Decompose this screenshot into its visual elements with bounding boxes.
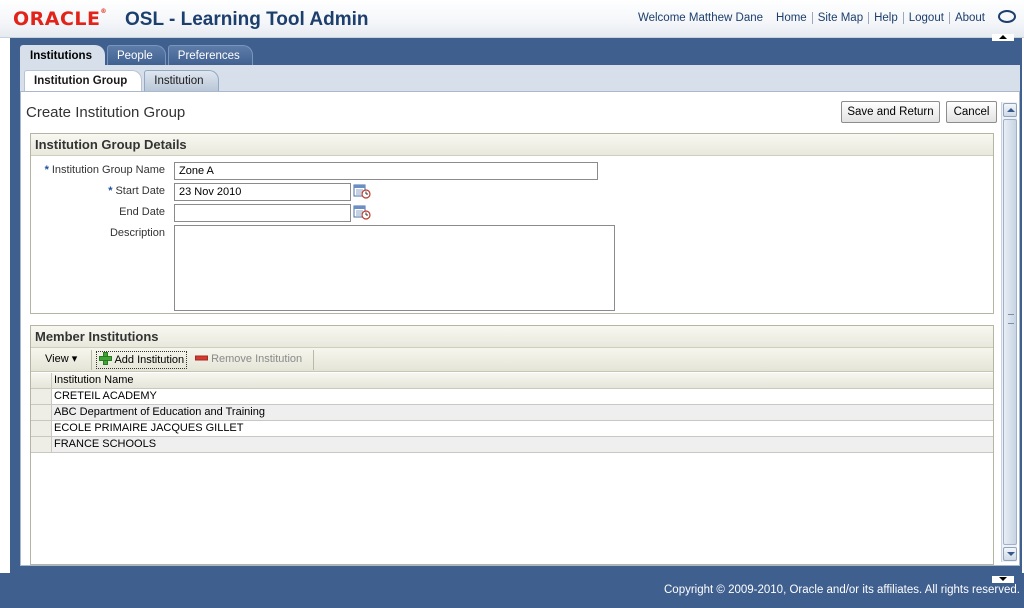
row-selector[interactable] — [31, 405, 52, 420]
start-date-label: * Start Date — [108, 185, 165, 197]
row-selector[interactable] — [31, 421, 52, 436]
required-icon: * — [108, 185, 113, 197]
toolbar-divider — [91, 350, 92, 370]
table-row[interactable]: ABC Department of Education and Training — [31, 405, 993, 421]
calendar-icon[interactable] — [353, 204, 371, 220]
member-institutions-section: Member Institutions View ▾ Add Instituti… — [30, 325, 994, 565]
home-link[interactable]: Home — [771, 12, 812, 24]
institutions-table: Institution Name CRETEIL ACADEMY ABC Dep… — [31, 373, 993, 453]
plus-icon — [99, 352, 112, 365]
institution-name-cell: ABC Department of Education and Training — [52, 405, 993, 420]
add-institution-button[interactable]: Add Institution — [96, 351, 188, 369]
select-all-cell[interactable] — [31, 373, 52, 388]
calendar-icon[interactable] — [353, 183, 371, 199]
section-header: Member Institutions — [31, 326, 993, 348]
column-header-institution-name[interactable]: Institution Name — [52, 373, 993, 388]
app-title: OSL - Learning Tool Admin — [125, 9, 369, 30]
site-map-link[interactable]: Site Map — [811, 12, 868, 24]
page-title: Create Institution Group — [26, 104, 186, 121]
copyright-text: Copyright © 2009-2010, Oracle and/or its… — [664, 584, 1020, 596]
end-date-input[interactable] — [174, 204, 351, 222]
grip-icon — [1008, 314, 1014, 324]
table-row[interactable]: FRANCE SCHOOLS — [31, 437, 993, 453]
institution-group-name-input[interactable]: Zone A — [174, 162, 598, 180]
collapse-header-icon[interactable] — [992, 34, 1014, 41]
logout-link[interactable]: Logout — [902, 12, 949, 24]
app-footer: Copyright © 2009-2010, Oracle and/or its… — [0, 573, 1024, 608]
tab-people[interactable]: People — [106, 45, 166, 66]
content-panel: Create Institution Group Save and Return… — [20, 91, 1020, 566]
secondary-tabs: Institution Group Institution — [24, 70, 221, 91]
scroll-down-icon[interactable] — [1003, 547, 1017, 561]
table-row[interactable]: ECOLE PRIMAIRE JACQUES GILLET — [31, 421, 993, 437]
tab-preferences[interactable]: Preferences — [167, 45, 253, 66]
tab-institutions[interactable]: Institutions — [20, 45, 105, 66]
oracle-logo: ORACLE® — [13, 8, 108, 30]
table-row[interactable]: CRETEIL ACADEMY — [31, 389, 993, 405]
about-link[interactable]: About — [948, 12, 990, 24]
tab-institution-group[interactable]: Institution Group — [24, 70, 143, 91]
institution-group-details-section: Institution Group Details * Institution G… — [30, 133, 994, 314]
help-link[interactable]: Help — [868, 12, 903, 24]
tab-institution[interactable]: Institution — [144, 70, 219, 91]
description-label: Description — [109, 227, 165, 239]
minus-icon — [195, 355, 208, 361]
row-selector[interactable] — [31, 389, 52, 404]
institution-group-name-label: * Institution Group Name — [44, 164, 165, 176]
institution-name-cell: FRANCE SCHOOLS — [52, 437, 993, 452]
start-date-input[interactable]: 23 Nov 2010 — [174, 183, 351, 201]
collapse-footer-icon[interactable] — [992, 576, 1014, 583]
description-textarea[interactable] — [174, 225, 615, 311]
required-icon: * — [44, 164, 49, 176]
oracle-o-icon — [998, 10, 1016, 23]
table-header-row: Institution Name — [31, 373, 993, 389]
institution-name-cell: ECOLE PRIMAIRE JACQUES GILLET — [52, 421, 993, 436]
primary-tabs: Institutions People Preferences — [20, 45, 255, 66]
remove-institution-button[interactable]: Remove Institution — [195, 351, 302, 369]
welcome-text: Welcome Matthew Dane — [637, 12, 764, 24]
scroll-thumb[interactable] — [1003, 119, 1017, 545]
save-and-return-button[interactable]: Save and Return — [841, 101, 940, 123]
scroll-up-icon[interactable] — [1003, 103, 1017, 117]
end-date-label: End Date — [119, 206, 165, 218]
cancel-button[interactable]: Cancel — [946, 101, 997, 123]
members-toolbar: View ▾ Add Institution Remove Institutio… — [31, 348, 993, 372]
section-header: Institution Group Details — [31, 134, 993, 156]
vertical-scrollbar[interactable] — [1001, 102, 1017, 562]
app-header: ORACLE® OSL - Learning Tool Admin Welcom… — [0, 0, 1024, 38]
view-menu[interactable]: View ▾ — [45, 351, 77, 369]
row-selector[interactable] — [31, 437, 52, 452]
chevron-down-icon: ▾ — [71, 353, 78, 365]
global-links: Welcome Matthew Dane Home Site Map Help … — [638, 12, 990, 24]
toolbar-divider — [313, 350, 314, 370]
institution-name-cell: CRETEIL ACADEMY — [52, 389, 993, 404]
